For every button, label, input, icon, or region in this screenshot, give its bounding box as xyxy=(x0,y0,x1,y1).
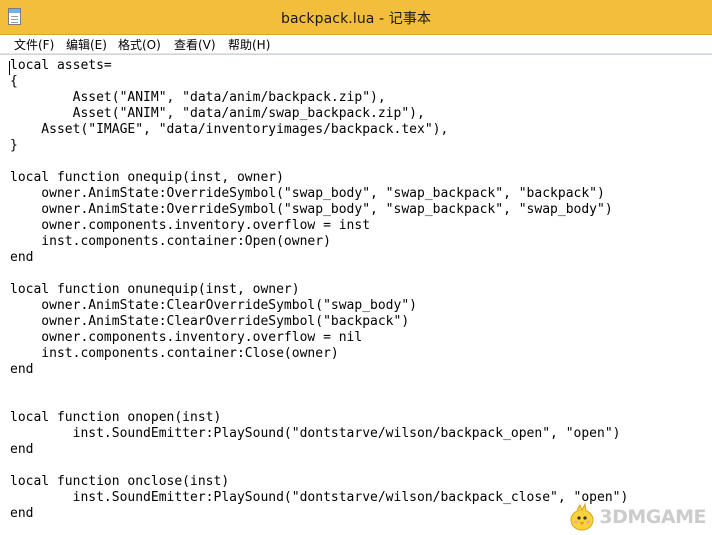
code-line: local function onopen(inst) xyxy=(10,410,222,425)
code-line: owner.AnimState:ClearOverrideSymbol("swa… xyxy=(10,298,417,313)
code-line: owner.AnimState:OverrideSymbol("swap_bod… xyxy=(10,202,613,217)
code-line: { xyxy=(10,74,18,89)
menu-help[interactable]: 帮助(H) xyxy=(228,36,270,53)
menu-file[interactable]: 文件(F) xyxy=(14,36,54,53)
menu-format[interactable]: 格式(O) xyxy=(118,36,161,53)
code-line: local function onunequip(inst, owner) xyxy=(10,282,300,297)
title-bar[interactable]: backpack.lua - 记事本 xyxy=(0,0,712,35)
code-line: local function onclose(inst) xyxy=(10,474,230,489)
code-line: } xyxy=(10,138,18,153)
menu-edit[interactable]: 编辑(E) xyxy=(66,36,107,53)
code-line: inst.SoundEmitter:PlaySound("dontstarve/… xyxy=(10,490,629,505)
code-line: end xyxy=(10,506,34,521)
code-line: local function onequip(inst, owner) xyxy=(10,170,284,185)
code-line: inst.components.container:Open(owner) xyxy=(10,234,331,249)
watermark-text: 3DMGAME xyxy=(599,506,706,528)
menu-bar: 文件(F) 编辑(E) 格式(O) 查看(V) 帮助(H) xyxy=(0,35,712,54)
code-line: owner.AnimState:OverrideSymbol("swap_bod… xyxy=(10,186,605,201)
code-line: inst.components.container:Close(owner) xyxy=(10,346,339,361)
watermark: 3DMGAME xyxy=(567,500,706,534)
notepad-window: backpack.lua - 记事本 文件(F) 编辑(E) 格式(O) 查看(… xyxy=(0,0,712,535)
code-line: owner.components.inventory.overflow = in… xyxy=(10,218,371,233)
code-line: end xyxy=(10,250,34,265)
editor-content[interactable]: local assets={ Asset("ANIM", "data/anim/… xyxy=(10,58,628,522)
code-line: end xyxy=(10,442,34,457)
code-line: Asset("IMAGE", "data/inventoryimages/bac… xyxy=(10,122,449,137)
code-line: Asset("ANIM", "data/anim/backpack.zip"), xyxy=(10,90,386,105)
chick-mascot-icon xyxy=(570,502,594,531)
code-line: owner.components.inventory.overflow = ni… xyxy=(10,330,363,345)
code-line: Asset("ANIM", "data/anim/swap_backpack.z… xyxy=(10,106,425,121)
code-line: owner.AnimState:ClearOverrideSymbol("bac… xyxy=(10,314,410,329)
menu-view[interactable]: 查看(V) xyxy=(174,36,216,53)
code-line: inst.SoundEmitter:PlaySound("dontstarve/… xyxy=(10,426,621,441)
code-line: local assets= xyxy=(10,58,112,73)
window-title: backpack.lua - 记事本 xyxy=(280,11,432,27)
code-line: end xyxy=(10,362,34,377)
text-editor[interactable]: local assets={ Asset("ANIM", "data/anim/… xyxy=(0,54,712,535)
